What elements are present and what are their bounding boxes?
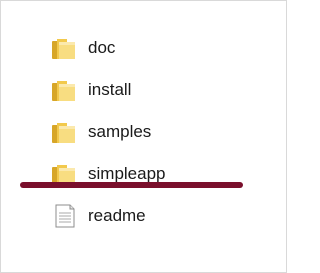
file-name: doc: [88, 38, 116, 57]
file-name: simpleapp: [88, 164, 166, 183]
file-name: samples: [88, 122, 152, 141]
file-item-readme[interactable]: readme: [51, 195, 251, 237]
file-item-install[interactable]: install: [51, 69, 251, 111]
highlight-underline: [20, 182, 243, 188]
file-item-simpleapp[interactable]: simpleapp: [51, 153, 251, 195]
file-item-doc[interactable]: doc: [51, 27, 251, 69]
file-name: install: [88, 80, 132, 99]
file-name: readme: [88, 206, 146, 225]
file-list: doc install samples simpleapp readme: [51, 27, 251, 237]
file-item-samples[interactable]: samples: [51, 111, 251, 153]
folder-icon: [51, 78, 77, 102]
text-file-icon: [51, 204, 77, 228]
file-explorer-panel: doc install samples simpleapp readme: [0, 0, 287, 273]
folder-icon: [51, 36, 77, 60]
folder-icon: [51, 120, 77, 144]
